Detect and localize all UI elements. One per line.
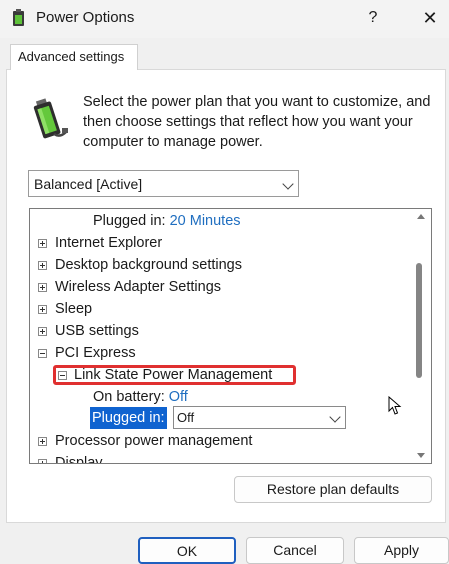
tree-item-label: Desktop background settings	[55, 257, 242, 273]
tree-item-desktop-background[interactable]: Desktop background settings	[30, 255, 242, 275]
collapse-minus-icon[interactable]	[38, 349, 47, 358]
expand-plus-icon[interactable]	[38, 261, 47, 270]
title-bar: Power Options ? ✕	[0, 0, 449, 38]
expand-plus-icon[interactable]	[38, 239, 47, 248]
tree-item-label: Internet Explorer	[55, 235, 163, 251]
plugged-in-value: Off	[177, 410, 195, 425]
plugged-in-label-selected[interactable]: Plugged in:	[90, 407, 167, 429]
expand-plus-icon[interactable]	[38, 437, 47, 446]
chevron-down-icon	[329, 411, 341, 423]
scroll-up-icon[interactable]	[417, 214, 425, 219]
tab-advanced-settings[interactable]: Advanced settings	[10, 44, 138, 70]
tree-item-usb-settings[interactable]: USB settings	[30, 321, 139, 341]
ok-button[interactable]: OK	[138, 537, 236, 564]
tree-row-plugged-in-partial[interactable]: Plugged in: 20 Minutes	[93, 211, 241, 231]
tree-item-label: Sleep	[55, 301, 93, 317]
tree-item-sleep[interactable]: Sleep	[30, 299, 92, 319]
close-button[interactable]: ✕	[416, 6, 444, 30]
apply-button[interactable]: Apply	[354, 537, 449, 564]
tree-item-label: PCI Express	[55, 345, 136, 361]
setting-value[interactable]: 20 Minutes	[170, 213, 241, 229]
expand-plus-icon[interactable]	[38, 327, 47, 336]
power-plan-value: Balanced [Active]	[34, 176, 143, 192]
cancel-button[interactable]: Cancel	[246, 537, 344, 564]
tree-scrollbar[interactable]	[411, 209, 431, 463]
power-options-icon	[13, 9, 24, 26]
description-text: Select the power plan that you want to c…	[83, 94, 431, 150]
battery-icon	[33, 98, 68, 139]
tree-row-on-battery[interactable]: On battery: Off	[93, 387, 188, 407]
mouse-cursor-icon	[388, 396, 402, 415]
window-title: Power Options	[36, 9, 135, 26]
tree-item-label: USB settings	[55, 323, 139, 339]
tree-item-label: Wireless Adapter Settings	[55, 279, 222, 295]
restore-plan-defaults-button[interactable]: Restore plan defaults	[234, 476, 432, 503]
tree-item-internet-explorer[interactable]: Internet Explorer	[30, 233, 162, 253]
help-button[interactable]: ?	[360, 6, 386, 30]
highlight-outline	[53, 365, 296, 385]
power-plan-dropdown[interactable]: Balanced [Active]	[28, 170, 299, 197]
tree-item-pci-express[interactable]: PCI Express	[30, 343, 136, 363]
tree-item-display[interactable]: Display	[30, 453, 103, 463]
expand-plus-icon[interactable]	[38, 283, 47, 292]
setting-label: Plugged in:	[93, 213, 166, 229]
chevron-down-icon	[282, 178, 294, 190]
plugged-in-dropdown[interactable]: Off	[173, 406, 346, 429]
tree-item-label: Processor power management	[55, 433, 253, 449]
tree-item-wireless-adapter[interactable]: Wireless Adapter Settings	[30, 277, 221, 297]
tree-item-processor-power[interactable]: Processor power management	[30, 431, 252, 451]
scroll-down-icon[interactable]	[417, 453, 425, 458]
expand-plus-icon[interactable]	[38, 459, 47, 463]
expand-plus-icon[interactable]	[38, 305, 47, 314]
setting-value[interactable]: Off	[169, 389, 188, 405]
scroll-thumb[interactable]	[416, 263, 422, 378]
tree-item-label: Display	[55, 455, 103, 463]
setting-label: On battery:	[93, 389, 165, 405]
